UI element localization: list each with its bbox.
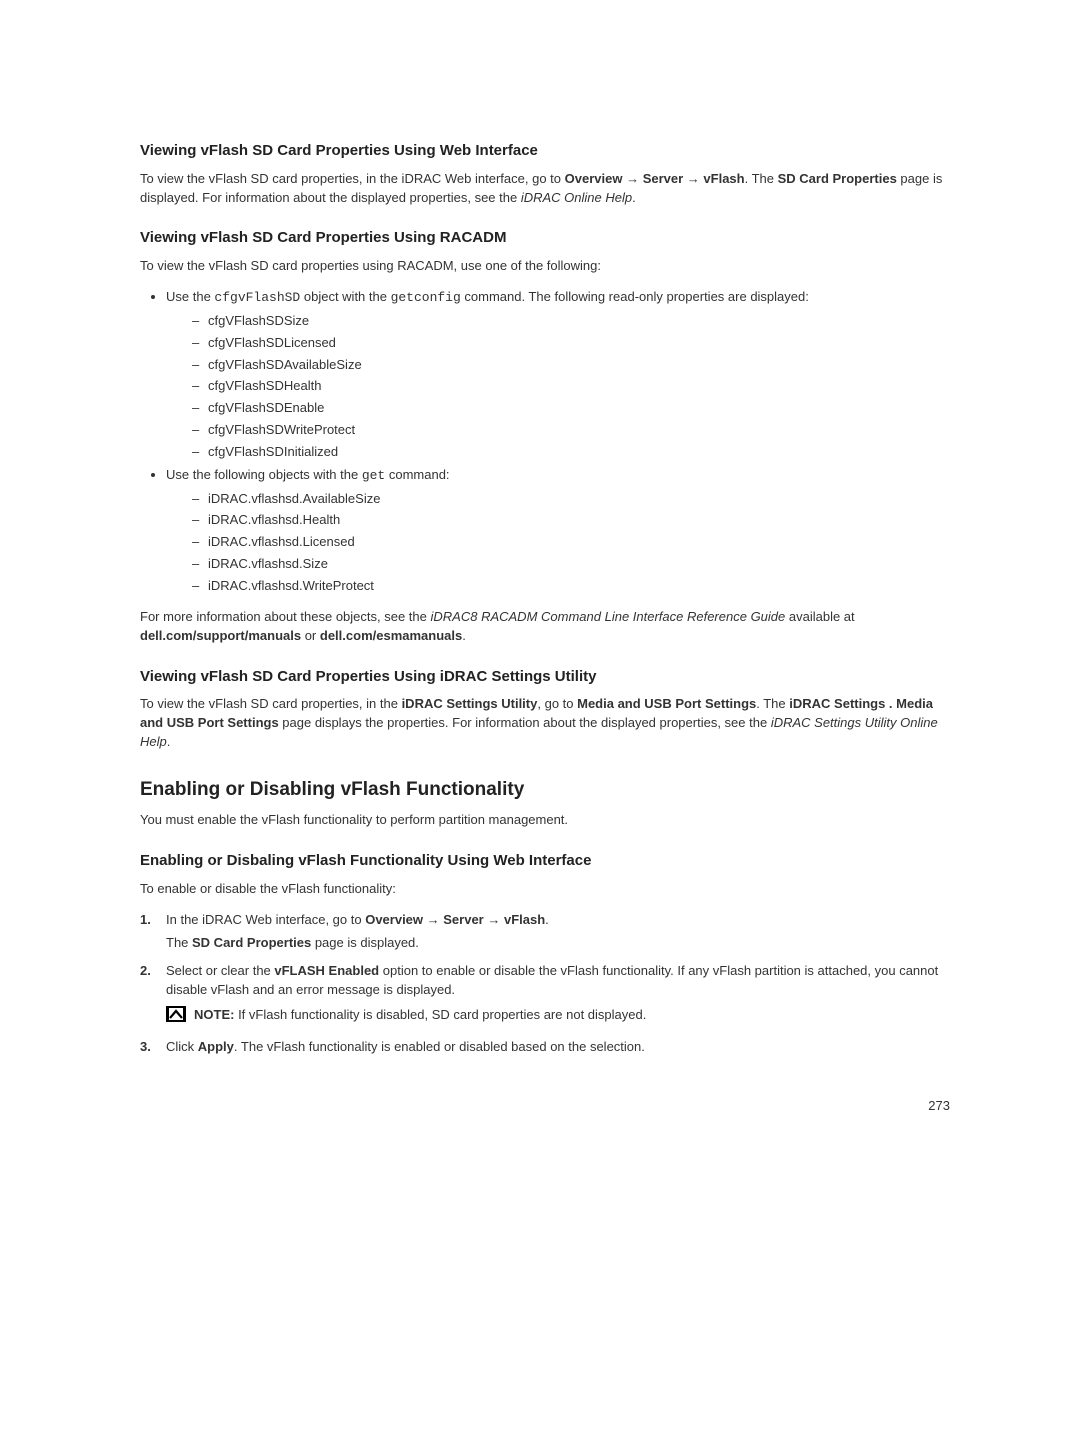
heading-s5: Enabling or Disbaling vFlash Functionali… [140, 850, 950, 872]
text: Select or clear the [166, 963, 274, 978]
note-block: NOTE: If vFlash functionality is disable… [166, 1006, 950, 1028]
link-overview: Overview [365, 912, 423, 927]
step-number: 3. [140, 1038, 151, 1057]
heading-s1: Viewing vFlash SD Card Properties Using … [140, 140, 950, 162]
list-item: Use the following objects with the get c… [166, 466, 950, 596]
text: command. The following read-only propert… [461, 289, 809, 304]
heading-s2: Viewing vFlash SD Card Properties Using … [140, 227, 950, 249]
text: Use the [166, 289, 214, 304]
list-item: cfgVFlashSDSize [192, 312, 950, 331]
text: . [462, 628, 466, 643]
paragraph-s4: You must enable the vFlash functionality… [140, 811, 950, 830]
code-text: getconfig [391, 290, 461, 305]
paragraph-s2-intro: To view the vFlash SD card properties us… [140, 257, 950, 276]
text: command: [385, 467, 449, 482]
paragraph-s5-intro: To enable or disable the vFlash function… [140, 880, 950, 899]
text-bold: SD Card Properties [192, 935, 311, 950]
link-support: dell.com/support/manuals [140, 628, 301, 643]
note-icon [166, 1006, 186, 1028]
link-server: Server [443, 912, 483, 927]
link-vflash: vFlash [504, 912, 545, 927]
paragraph-s3: To view the vFlash SD card properties, i… [140, 695, 950, 752]
text-italic: iDRAC8 RACADM Command Line Interface Ref… [431, 609, 786, 624]
list-item: cfgVFlashSDHealth [192, 377, 950, 396]
steps-list: 1. In the iDRAC Web interface, go to Ove… [140, 911, 950, 1057]
bullet-list-s2: Use the cfgvFlashSD object with the getc… [140, 288, 950, 596]
text: available at [785, 609, 854, 624]
paragraph-s2-footer: For more information about these objects… [140, 608, 950, 646]
text: If vFlash functionality is disabled, SD … [234, 1007, 646, 1022]
list-item: iDRAC.vflashsd.AvailableSize [192, 490, 950, 509]
step-3: 3. Click Apply. The vFlash functionality… [140, 1038, 950, 1057]
text: , go to [537, 696, 577, 711]
link-overview: Overview [565, 171, 623, 186]
text: . The vFlash functionality is enabled or… [234, 1039, 645, 1054]
step-2: 2. Select or clear the vFLASH Enabled op… [140, 962, 950, 1028]
text-arrow: → [622, 171, 642, 186]
text: . [167, 734, 171, 749]
dash-list-2: iDRAC.vflashsd.AvailableSize iDRAC.vflas… [166, 490, 950, 596]
text-bold: Media and USB Port Settings [577, 696, 756, 711]
text-bold: iDRAC Settings Utility [402, 696, 538, 711]
text-arrow: → [683, 171, 703, 186]
text: To view the vFlash SD card properties, i… [140, 696, 402, 711]
paragraph-s1: To view the vFlash SD card properties, i… [140, 170, 950, 208]
heading-s3: Viewing vFlash SD Card Properties Using … [140, 666, 950, 688]
link-vflash: vFlash [703, 171, 744, 186]
text-arrow: → [423, 912, 443, 927]
step-number: 2. [140, 962, 151, 981]
text: Use the following objects with the [166, 467, 362, 482]
list-item: cfgVFlashSDInitialized [192, 443, 950, 462]
link-esma: dell.com/esmamanuals [320, 628, 462, 643]
text: . [632, 190, 636, 205]
text: object with the [300, 289, 390, 304]
step-1-line2: The SD Card Properties page is displayed… [166, 934, 950, 953]
text-bold: Apply [198, 1039, 234, 1054]
text: . [545, 912, 549, 927]
list-item: iDRAC.vflashsd.Licensed [192, 533, 950, 552]
list-item: cfgVFlashSDLicensed [192, 334, 950, 353]
step-1: 1. In the iDRAC Web interface, go to Ove… [140, 911, 950, 953]
text-italic: iDRAC Online Help [521, 190, 632, 205]
list-item: iDRAC.vflashsd.WriteProtect [192, 577, 950, 596]
text: In the iDRAC Web interface, go to [166, 912, 365, 927]
text: page displays the properties. For inform… [279, 715, 771, 730]
list-item: iDRAC.vflashsd.Health [192, 511, 950, 530]
list-item: Use the cfgvFlashSD object with the getc… [166, 288, 950, 462]
text-arrow: → [484, 912, 504, 927]
text: For more information about these objects… [140, 609, 431, 624]
code-text: cfgvFlashSD [214, 290, 300, 305]
code-text: get [362, 468, 385, 483]
text: The [166, 935, 192, 950]
list-item: cfgVFlashSDAvailableSize [192, 356, 950, 375]
note-label: NOTE: [194, 1007, 234, 1022]
text: page is displayed. [311, 935, 419, 950]
dash-list-1: cfgVFlashSDSize cfgVFlashSDLicensed cfgV… [166, 312, 950, 462]
text: Click [166, 1039, 198, 1054]
text-sdcard: SD Card Properties [778, 171, 897, 186]
list-item: iDRAC.vflashsd.Size [192, 555, 950, 574]
text: or [301, 628, 320, 643]
text: To view the vFlash SD card properties, i… [140, 171, 565, 186]
list-item: cfgVFlashSDEnable [192, 399, 950, 418]
list-item: cfgVFlashSDWriteProtect [192, 421, 950, 440]
text: . The [756, 696, 789, 711]
step-number: 1. [140, 911, 151, 930]
text: . The [745, 171, 778, 186]
link-server: Server [643, 171, 683, 186]
text-bold: vFLASH Enabled [274, 963, 379, 978]
note-text: NOTE: If vFlash functionality is disable… [194, 1006, 646, 1025]
heading-s4: Enabling or Disabling vFlash Functionali… [140, 776, 950, 804]
page-number: 273 [140, 1097, 950, 1116]
